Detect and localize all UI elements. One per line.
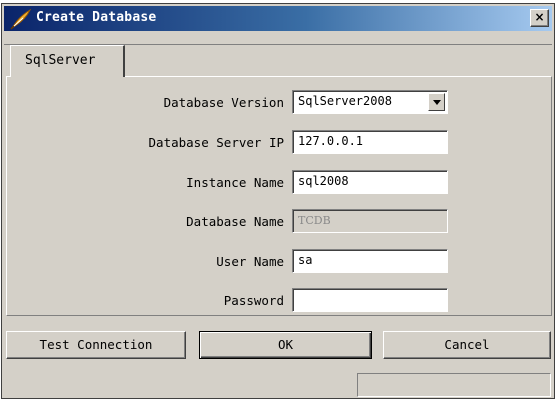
- close-icon: ×: [534, 10, 545, 24]
- database-name-label: Database Name: [186, 214, 284, 229]
- instance-name-label: Instance Name: [186, 175, 284, 190]
- user-name-input[interactable]: sa: [292, 249, 448, 273]
- close-button[interactable]: ×: [530, 9, 549, 27]
- create-database-dialog: Create Database × SqlServer Database Ver…: [1, 3, 555, 399]
- tab-panel: [6, 76, 552, 316]
- test-connection-button[interactable]: Test Connection: [6, 331, 186, 359]
- database-version-select[interactable]: SqlServer2008: [292, 90, 448, 114]
- window-title: Create Database: [36, 10, 157, 25]
- ok-button[interactable]: OK: [199, 331, 372, 359]
- title-bar[interactable]: Create Database ×: [4, 6, 552, 31]
- status-box: [357, 373, 551, 397]
- tab-label: SqlServer: [25, 53, 96, 68]
- user-name-label: User Name: [216, 254, 284, 269]
- password-label: Password: [223, 293, 284, 308]
- instance-name-input[interactable]: sql2008: [292, 170, 448, 194]
- tab-sqlserver[interactable]: SqlServer: [10, 45, 125, 77]
- password-input[interactable]: [292, 288, 448, 312]
- server-ip-input[interactable]: 127.0.0.1: [292, 130, 448, 154]
- database-name-input: TCDB: [292, 209, 448, 233]
- feather-quill-icon: [10, 8, 32, 30]
- database-version-label: Database Version: [163, 95, 284, 110]
- database-version-value: SqlServer2008: [298, 94, 392, 108]
- cancel-button[interactable]: Cancel: [383, 331, 551, 359]
- server-ip-label: Database Server IP: [148, 135, 284, 150]
- chevron-down-icon[interactable]: [428, 93, 445, 111]
